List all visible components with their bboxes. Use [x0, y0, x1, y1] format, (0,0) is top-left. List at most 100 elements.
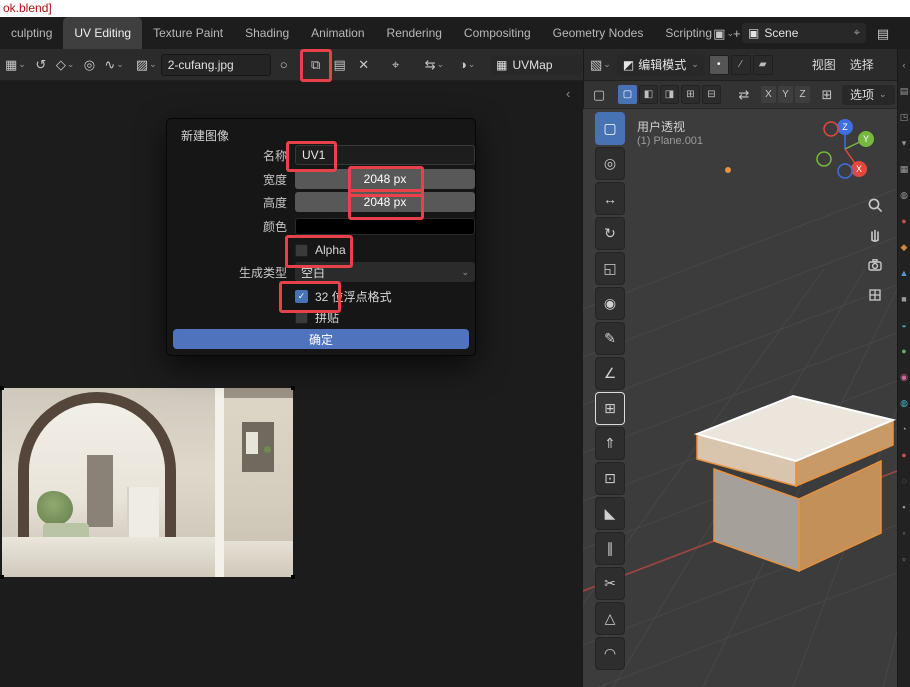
workspace-tab-rendering[interactable]: Rendering — [376, 17, 453, 49]
axis-x-button[interactable]: X — [761, 86, 776, 103]
uvmap-selector[interactable]: ▦ UVMap — [490, 55, 582, 75]
snap-button[interactable]: ◇ ⌄ — [54, 54, 77, 76]
workspace-tab-texture-paint[interactable]: Texture Paint — [142, 17, 234, 49]
pan-hand-icon[interactable] — [865, 225, 885, 245]
properties-tab-icon[interactable]: ■ — [901, 295, 906, 304]
display-channels-button[interactable]: ◑ ⌄ — [456, 54, 478, 76]
face-select-mode-button[interactable]: ▰ — [753, 55, 773, 75]
edge-select-mode-button[interactable]: ∕ — [731, 55, 751, 75]
uv-corner-handle[interactable] — [0, 575, 4, 579]
width-slider[interactable]: 2048 px — [295, 169, 475, 189]
edited-cube-object[interactable] — [697, 396, 893, 571]
mode-dropdown[interactable]: ◩ 编辑模式 ⌄ — [617, 54, 705, 76]
properties-tab-icon[interactable]: ◆ — [901, 243, 908, 252]
properties-tab-icon[interactable]: ◉ — [900, 373, 908, 382]
vertex-select-mode-button[interactable]: • — [709, 55, 729, 75]
tool-rotate[interactable]: ↻ — [595, 217, 625, 250]
editor-type-button-3d[interactable]: ▧ ⌄ — [588, 54, 613, 76]
navigation-gizmo[interactable]: Z Y X — [809, 115, 881, 187]
tool-scale[interactable]: ◱ — [595, 252, 625, 285]
tool-transform[interactable]: ◉ — [595, 287, 625, 320]
camera-view-icon[interactable] — [865, 255, 885, 275]
axis-z-button[interactable]: Z — [795, 86, 810, 103]
select-option-button-5[interactable]: ⊟ — [702, 85, 721, 104]
tiled-checkbox[interactable] — [295, 311, 308, 324]
falloff-button[interactable]: ∿ ⌄ — [102, 54, 125, 76]
tool-loop-cut[interactable]: ∥ — [595, 532, 625, 565]
properties-tab-icon[interactable]: ● — [901, 451, 906, 460]
unlink-image-button[interactable]: ✕ — [353, 54, 375, 76]
workspace-tab-geometry-nodes[interactable]: Geometry Nodes — [542, 17, 655, 49]
properties-tab-icon[interactable]: ● — [901, 217, 906, 226]
image-name-field[interactable]: 2-cufang.jpg — [161, 54, 271, 76]
zoom-icon[interactable] — [865, 195, 885, 215]
properties-tab-icon[interactable]: ◍ — [900, 191, 908, 200]
collapse-properties-arrow[interactable]: ‹ — [903, 61, 906, 70]
workspace-tab-animation[interactable]: Animation — [300, 17, 375, 49]
tool-extrude-region[interactable]: ⇑ — [595, 427, 625, 460]
select-option-button-3[interactable]: ◨ — [660, 85, 679, 104]
properties-tab-icon[interactable]: ◳ — [900, 113, 909, 122]
image-browse-button[interactable]: ▨ ⌄ — [134, 54, 159, 76]
alpha-checkbox[interactable] — [295, 244, 308, 257]
tool-bevel[interactable]: ◣ — [595, 497, 625, 530]
workspace-tab-shading[interactable]: Shading — [234, 17, 300, 49]
uv-corner-handle[interactable] — [291, 386, 295, 390]
properties-tab-icon[interactable]: ◌ — [901, 477, 906, 486]
properties-tab-icon[interactable]: ▫ — [902, 555, 905, 564]
tool-poly-build[interactable]: △ — [595, 602, 625, 635]
tool-measure[interactable]: ∠ — [595, 357, 625, 390]
workspace-tab-culpting[interactable]: culpting — [0, 17, 63, 49]
select-option-button-1[interactable]: ▢ — [618, 85, 637, 104]
properties-tab-icon[interactable]: ▾ — [902, 139, 907, 148]
copy-image-button[interactable]: ⧉ — [305, 54, 327, 76]
viewport-3d[interactable]: 用户透视 (1) Plane.001 Z Y X — [583, 109, 897, 687]
orientation-button[interactable]: ⇄ — [733, 84, 755, 106]
uv-sync-button[interactable]: ⇆ ⌄ — [423, 54, 446, 76]
uv-corner-handle[interactable] — [291, 575, 295, 579]
select-option-button-2[interactable]: ◧ — [639, 85, 658, 104]
properties-tab-icon[interactable]: ● — [901, 347, 906, 356]
color-swatch[interactable] — [295, 218, 475, 235]
tool-select-box[interactable]: ▢ — [595, 112, 625, 145]
uv-corner-handle[interactable] — [0, 386, 4, 390]
workspace-tab-compositing[interactable]: Compositing — [453, 17, 542, 49]
snap-grid-button[interactable]: ⊞ — [816, 84, 838, 106]
height-slider[interactable]: 2048 px — [295, 192, 475, 212]
tool-knife[interactable]: ✂ — [595, 567, 625, 600]
ortho-grid-icon[interactable] — [865, 285, 885, 305]
properties-tab-icon[interactable]: ▲ — [900, 269, 909, 278]
editor-type-button[interactable]: ▦ ⌄ — [3, 54, 28, 76]
properties-tab-icon[interactable]: ◦ — [902, 529, 905, 538]
tool-cursor[interactable]: ◎ — [595, 147, 625, 180]
proportional-editing-button[interactable]: ◎ — [78, 54, 100, 76]
gizmo-z-negative[interactable] — [838, 164, 852, 178]
name-input[interactable]: UV1 — [295, 145, 475, 165]
tool-add-cube[interactable]: ⊞ — [595, 392, 625, 425]
properties-tab-icon[interactable]: ◍ — [900, 399, 908, 408]
tool-annotate[interactable]: ✎ — [595, 322, 625, 355]
float-checkbox[interactable]: ✓ — [295, 290, 308, 303]
properties-tab-icon[interactable]: ◔ — [901, 425, 906, 434]
gizmo-y-negative[interactable] — [817, 152, 831, 166]
properties-tab-icon[interactable]: ▤ — [900, 87, 909, 96]
axis-y-button[interactable]: Y — [778, 86, 793, 103]
region-collapse-arrow[interactable]: ‹ — [566, 86, 570, 101]
gizmo-x-negative[interactable] — [824, 122, 838, 136]
new-scene-button[interactable]: ▤ — [872, 22, 894, 44]
properties-tab-icon[interactable]: ▪ — [902, 503, 905, 512]
tool-inset-faces[interactable]: ⊡ — [595, 462, 625, 495]
pin-button[interactable]: ⌖ — [385, 54, 407, 76]
tool-move[interactable]: ↔ — [595, 182, 625, 215]
fake-user-button[interactable]: ○ — [273, 54, 295, 76]
uv-image-preview[interactable] — [2, 388, 293, 577]
menu-select[interactable]: 选择 — [845, 56, 879, 73]
pin-icon[interactable]: ⌖ — [854, 27, 860, 40]
properties-tab-icon[interactable]: ▦ — [900, 165, 909, 174]
workspace-tab-uv-editing[interactable]: UV Editing — [63, 17, 142, 49]
pivot-button[interactable]: ↺ — [30, 54, 52, 76]
ok-button[interactable]: 确定 — [173, 329, 469, 349]
menu-view[interactable]: 视图 — [807, 56, 841, 73]
generated-type-dropdown[interactable]: 空白 ⌄ — [295, 262, 475, 282]
properties-tab-icon[interactable]: ◒ — [901, 321, 906, 330]
